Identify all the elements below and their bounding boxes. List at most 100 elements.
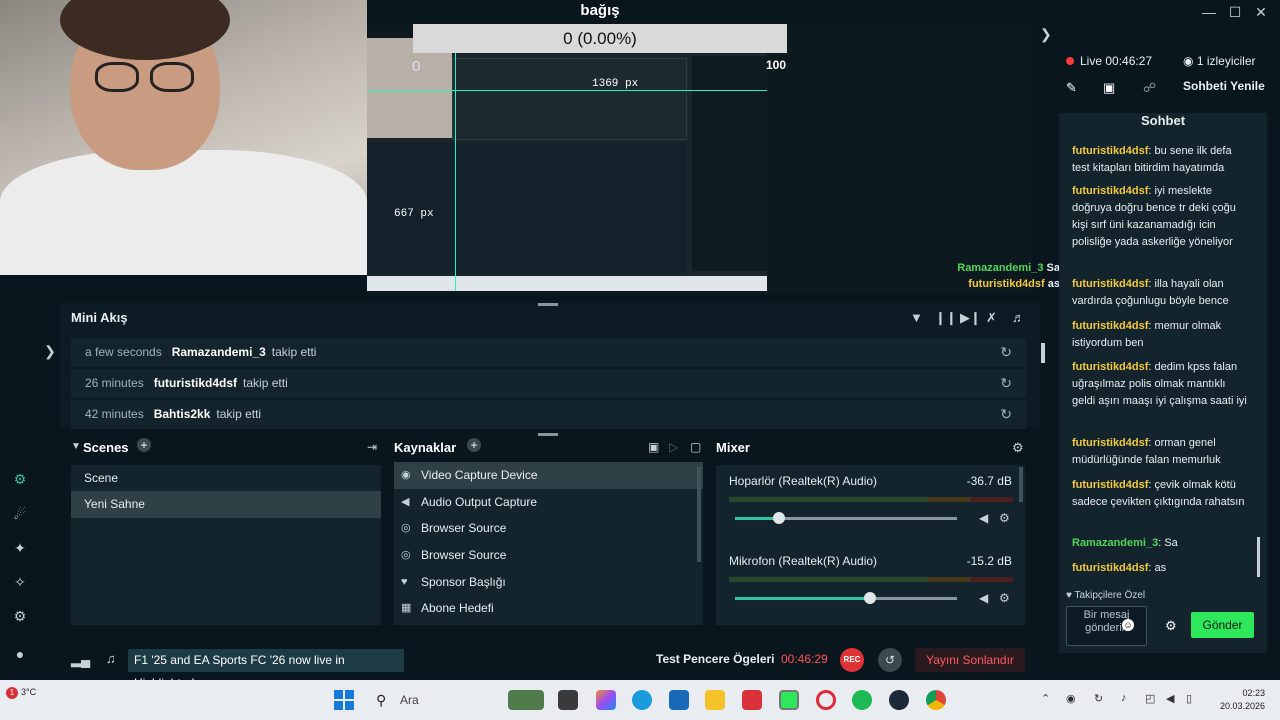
source-item[interactable]: ♥ Sponsor Başlığı [394,569,703,596]
skip-icon[interactable]: ▶❙ [960,310,981,326]
source-item[interactable]: ◀ Audio Output Capture [394,489,703,516]
taskbar-clock[interactable]: 02:23 20.03.2026 [1205,687,1265,713]
repeat-alert-icon[interactable]: ↻ [1000,369,1012,398]
preview-nested-preview [452,58,687,140]
speaker-icon[interactable]: ◀ [1166,692,1174,705]
chat-message: futuristikd4dsf: as [1072,562,1167,574]
start-button[interactable] [334,690,354,710]
feed-scrollbar[interactable] [1041,343,1045,363]
search-highlight-icon[interactable] [508,690,544,710]
resize-handle[interactable] [538,303,558,306]
filter-icon[interactable]: ▼ [910,310,923,325]
camera-icon[interactable]: ▣ [1103,80,1115,96]
scene-transitions-icon[interactable]: ⇥ [367,440,377,454]
battery-icon[interactable]: ▯ [1186,692,1192,705]
mixer-scrollbar[interactable] [1019,467,1023,502]
stats-icon[interactable]: ▂▄ [71,652,90,668]
scene-item[interactable]: Yeni Sahne [71,491,381,518]
source-folder-icon[interactable]: ▣ [648,440,659,454]
volume-meter [729,577,1013,582]
goal-max-label: 100 [766,58,787,72]
camera-icon: ◉ [401,469,411,481]
live-dot-icon [1066,57,1074,65]
themes-icon[interactable]: ☄ [10,506,30,526]
viewer-count: ◉ 1 izleyiciler [1183,54,1256,68]
file-explorer-icon[interactable] [705,690,725,710]
settings-icon[interactable]: ⚙ [10,608,30,628]
volume-slider-knob[interactable] [864,592,876,604]
mini-feed-title: Mini Akış [71,310,128,325]
opera-icon[interactable] [816,690,836,710]
volume-meter [729,497,1013,502]
repeat-alert-icon[interactable]: ↻ [1000,400,1012,429]
volume-slider-knob[interactable] [773,512,785,524]
tray-overflow-icon[interactable]: ⌃ [1041,692,1050,705]
emoji-icon[interactable]: ☺ [1122,619,1134,631]
streamlabs-window: bağış — ☐ ✕ 1369 px 667 px 0 (0.00%) 0 1… [0,0,1280,720]
preview-capture[interactable]: 1369 px 667 px [367,38,767,291]
sources-scrollbar[interactable] [697,467,701,562]
edit-stream-icon[interactable]: ✎ [1066,80,1077,96]
steam-icon[interactable] [889,690,909,710]
volume-icon[interactable]: ♬ [1012,310,1025,325]
volume-slider-fill [735,597,870,600]
scene-item[interactable]: Scene [71,465,381,492]
studio-mode-icon[interactable]: ⚙ [10,471,30,491]
add-folder-icon[interactable]: ▢ [690,440,701,454]
mixer-settings-icon[interactable]: ⚙ [1012,440,1024,456]
share-icon[interactable]: ☍ [1143,80,1156,96]
copilot-icon[interactable] [596,690,616,710]
pause-icon[interactable]: ❙❙ [935,310,957,326]
channel-settings-icon[interactable]: ⚙ [999,511,1010,525]
streamlabs-taskbar-icon[interactable] [779,690,799,710]
channel-settings-icon[interactable]: ⚙ [999,591,1010,605]
collapse-scenes-icon[interactable]: ▼ [71,441,81,452]
add-scene-icon[interactable]: + [137,438,151,452]
mute-alerts-icon[interactable]: ✗ [986,310,997,326]
replay-buffer-icon[interactable]: ↺ [878,648,902,672]
resize-handle[interactable] [538,433,558,436]
task-view-icon[interactable] [558,690,578,710]
source-lock-icon[interactable]: ▷ [669,440,678,454]
collapse-chat-icon[interactable]: ❯ [1040,26,1052,43]
chat-message: futuristikd4dsf: illa hayali olan vardır… [1072,278,1229,307]
source-item[interactable]: ◉ Video Capture Device [394,462,703,489]
notification-bell-icon[interactable]: ♫ [106,651,116,666]
add-source-icon[interactable]: + [467,438,481,452]
feed-row: 42 minutes Bahtis2kk takip etti ↻ [71,400,1026,429]
repeat-alert-icon[interactable]: ↻ [1000,338,1012,367]
microphone-icon[interactable]: ♪ [1121,692,1127,704]
tray-app-icon[interactable]: ◉ [1066,692,1076,705]
source-item[interactable]: ◎ Browser Source [394,542,703,569]
profile-icon[interactable]: ● [10,646,30,666]
refresh-chat-button[interactable]: Sohbeti Yenile [1183,79,1265,93]
chat-message-input[interactable]: Bir mesaj gönderin [1066,606,1147,646]
wps-icon[interactable] [742,690,762,710]
record-button[interactable]: REC [840,648,864,672]
highlighter-icon[interactable]: ✧ [10,574,30,594]
edge-icon[interactable] [632,690,652,710]
taskbar-search[interactable]: ⚲ Ara [372,689,502,711]
maximize-icon[interactable]: ☐ [1226,3,1244,21]
chat-settings-icon[interactable]: ⚙ [1165,618,1177,634]
store-icon[interactable] [669,690,689,710]
minimize-icon[interactable]: — [1200,3,1218,21]
chat-scrollbar[interactable] [1257,537,1260,577]
source-item[interactable]: ◎ Browser Source [394,515,703,542]
chrome-icon[interactable] [926,690,946,710]
source-item[interactable]: ▦ Abone Hedefi [394,595,703,622]
mute-icon[interactable]: ◀ [979,511,988,525]
expand-left-icon[interactable]: ❯ [40,343,60,363]
app-store-icon[interactable]: ✦ [10,540,30,560]
send-button[interactable]: Gönder [1191,612,1254,638]
test-widgets-button[interactable]: Test Pencere Ögeleri [656,652,775,666]
weather-widget[interactable]: 1 3°C [6,686,136,699]
close-icon[interactable]: ✕ [1252,3,1270,21]
end-stream-button[interactable]: Yayını Sonlandır [915,648,1025,672]
mixer-channel-name: Hoparlör (Realtek(R) Audio) [729,474,878,488]
mute-icon[interactable]: ◀ [979,591,988,605]
tray-sync-icon[interactable]: ↻ [1094,692,1103,705]
highlighter-banner[interactable]: F1 '25 and EA Sports FC '26 now live in … [128,649,404,690]
wifi-icon[interactable]: ◰ [1145,692,1155,705]
spotify-icon[interactable] [852,690,872,710]
